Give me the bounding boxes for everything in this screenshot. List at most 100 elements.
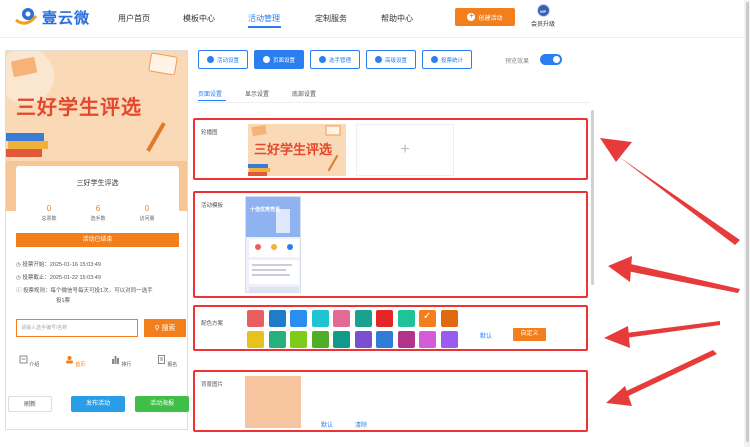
vip-upgrade[interactable]: VIP 会员升级 [528,4,558,28]
background-image-section: 背景图片 默认 清除 [193,370,588,432]
arrow-annotation [606,350,717,406]
chart-icon [430,56,438,63]
subtab-display-settings[interactable]: 显示设置 [245,89,269,98]
create-activity-label: 创建活动 [478,15,503,22]
carousel-section: 轮播图 三好学生评选 + [193,118,588,180]
nav-item-templates[interactable]: 模板中心 [183,13,215,24]
color-swatch[interactable] [354,310,372,327]
preview-toggle[interactable] [540,54,562,65]
signup-icon [157,355,165,364]
page-scrollbar-thumb[interactable] [746,2,749,442]
vip-icon: VIP [536,4,550,17]
tab-signup[interactable]: 报名 [152,355,182,368]
tool-label: 投票统计 [440,57,463,64]
plus-icon: + [467,13,476,21]
tab-vote-stats[interactable]: 投票统计 [422,50,472,69]
search-input[interactable]: 请输入选手编号/名称 [16,319,138,337]
vip-upgrade-label: 会员升级 [530,22,555,28]
color-swatch[interactable] [376,331,393,348]
create-activity-button[interactable]: + 创建活动 [455,8,515,26]
end-time-text: 投票截止：2025-01-22 15:03:49 [22,275,101,281]
poster-button[interactable]: 活动海报 [135,396,189,412]
custom-color-button[interactable]: 自定义 [513,328,546,341]
color-swatch[interactable] [333,331,350,348]
template-title: 十佳优秀党员 [250,207,281,213]
refresh-button[interactable]: 刷新 [8,396,52,412]
arrow-annotation [600,138,740,245]
toggle-knob [553,56,560,63]
card-title: 三好学生评选 [76,180,119,187]
subtab-divider [195,102,590,103]
subtab-page-settings[interactable]: 页面设置 [198,89,222,98]
tab-page-settings[interactable]: 页面设置 [254,50,304,69]
stat-label: 选手数 [90,216,106,222]
subtab-footer-settings[interactable]: 底部设置 [292,89,316,98]
content-scrollbar[interactable] [591,110,594,285]
color-swatch[interactable] [419,310,436,327]
vote-start-time: ◷ 投票开始：2025-01-16 15:03:49 [16,262,101,268]
template-thumbnail[interactable]: 十佳优秀党员 [245,196,301,293]
ranking-icon [111,356,119,364]
color-swatch[interactable] [440,310,458,327]
tab-activity-settings[interactable]: 活动设置 [198,50,248,69]
search-button[interactable]: ⚲ 搜索 [144,319,186,337]
tab-intro[interactable]: 介绍 [14,355,44,368]
default-color-link[interactable]: 默认 [480,331,492,340]
publish-button[interactable]: 发布活动 [71,396,125,412]
color-swatch[interactable] [247,310,264,327]
brand-logo[interactable]: 壹云微 [14,6,90,28]
nav-item-home[interactable]: 用户首页 [118,13,150,24]
color-swatch[interactable] [311,331,329,348]
color-swatch[interactable] [290,331,307,348]
color-swatch[interactable] [419,331,436,348]
intro-icon [19,355,28,364]
nav-active-indicator [248,26,281,28]
tab-contestant-manage[interactable]: 选手管理 [310,50,360,69]
top-nav-bar: 壹云微 用户首页 模板中心 活动管理 定制服务 帮助中心 + 创建活动 VIP … [0,0,750,38]
rule-text: 投票规则：每个微信号每天可投1次，可以对同一选手 [23,288,153,294]
tab-ranking[interactable]: 排行 [106,355,136,368]
sliders-icon [374,56,382,63]
background-image-label: 背景图片 [201,382,224,388]
background-default-link[interactable]: 默认 [321,420,333,429]
color-swatch[interactable] [333,310,350,327]
activity-status-bar: 活动已结束 [16,233,179,247]
nav-item-custom[interactable]: 定制服务 [315,13,347,24]
tool-label: 页面设置 [272,57,295,64]
tab-label: 首页 [75,362,86,368]
color-swatch[interactable] [376,310,393,327]
stat-label: 总票数 [41,216,57,222]
template-section: 活动模板 十佳优秀党员 [193,191,588,298]
background-image-thumbnail[interactable] [245,376,301,428]
stat-contestants: 6 选手数 [73,204,123,222]
subtab-active-indicator [198,100,226,101]
color-swatch[interactable] [268,310,286,327]
tab-advanced-settings[interactable]: 高级设置 [366,50,416,69]
stat-value: 6 [95,204,101,213]
mobile-preview: 三好学生评选 三好学生评选 0 总票数 6 选手数 0 访问量 活动已结束 ◷ … [5,50,188,430]
tool-label: 活动设置 [216,57,239,64]
vote-rule: ⓘ 投票规则：每个微信号每天可投1次，可以对同一选手 [16,288,153,294]
arrow-annotation [608,256,740,293]
add-carousel-button[interactable]: + [356,124,454,176]
preview-banner: 三好学生评选 [6,51,187,161]
color-swatch[interactable] [440,331,458,348]
search-icon: ⚲ [154,325,160,332]
carousel-image[interactable]: 三好学生评选 [248,124,346,176]
color-swatch[interactable] [247,331,264,348]
color-swatch[interactable] [290,310,307,327]
color-swatch[interactable] [311,310,329,327]
search-button-label: 搜索 [161,325,176,332]
banner-title: 三好学生评选 [16,97,142,119]
color-swatch[interactable] [397,331,415,348]
users-icon [318,56,326,63]
background-clear-link[interactable]: 清除 [355,420,367,429]
tab-home[interactable]: 首页 [60,355,90,368]
color-swatch[interactable] [268,331,286,348]
nav-item-help[interactable]: 帮助中心 [381,13,413,24]
nav-item-activity[interactable]: 活动管理 [248,13,280,24]
carousel-label: 轮播图 [201,130,218,136]
gear-icon [262,56,270,63]
color-swatch[interactable] [354,331,372,348]
color-swatch[interactable] [397,310,415,327]
